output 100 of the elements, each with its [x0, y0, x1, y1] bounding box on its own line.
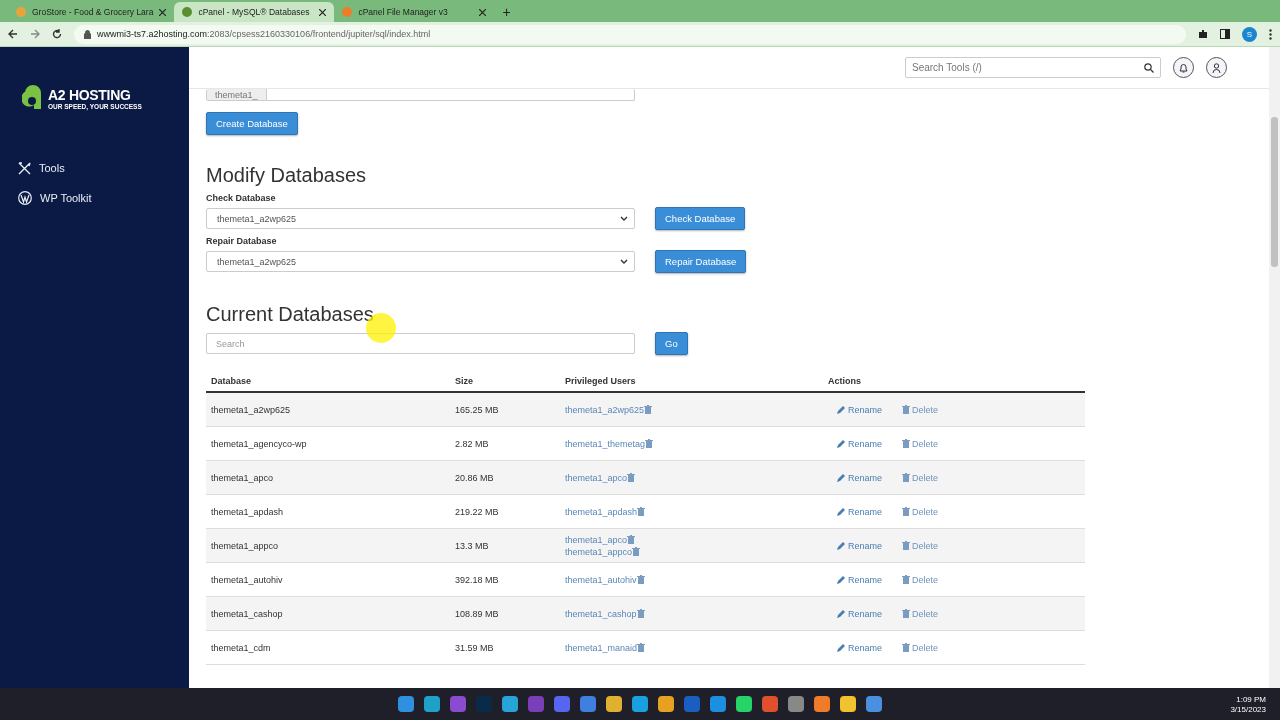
trash-icon[interactable] — [627, 535, 636, 544]
user-link[interactable]: themeta1_apco — [565, 534, 823, 545]
taskbar-app-icon[interactable] — [450, 696, 466, 712]
delete-link[interactable]: Delete — [902, 472, 939, 483]
logo-icon — [22, 85, 44, 111]
search-icon — [1144, 62, 1154, 73]
user-link[interactable]: themeta1_manaid — [565, 642, 823, 653]
close-icon[interactable] — [159, 8, 167, 16]
taskbar-app-icon[interactable] — [424, 696, 440, 712]
user-link[interactable]: themeta1_cashop — [565, 608, 823, 619]
taskbar-app-icon[interactable] — [762, 696, 778, 712]
rename-link[interactable]: Rename — [837, 608, 883, 619]
user-link[interactable]: themeta1_a2wp625 — [565, 404, 823, 415]
taskbar-app-icon[interactable] — [684, 696, 700, 712]
rename-link[interactable]: Rename — [837, 404, 883, 415]
trash-icon[interactable] — [902, 643, 911, 652]
rename-link[interactable]: Rename — [837, 540, 883, 551]
scrollbar-thumb[interactable] — [1271, 117, 1278, 267]
taskbar-app-icon[interactable] — [632, 696, 648, 712]
trash-icon[interactable] — [627, 473, 636, 482]
user-link[interactable]: themeta1_themetag — [565, 438, 823, 449]
rename-link[interactable]: Rename — [837, 438, 883, 449]
rename-link[interactable]: Rename — [837, 642, 883, 653]
trash-icon[interactable] — [636, 609, 645, 618]
rename-link[interactable]: Rename — [837, 472, 883, 483]
taskbar-app-icon[interactable] — [736, 696, 752, 712]
taskbar-app-icon[interactable] — [606, 696, 622, 712]
pencil-icon — [837, 439, 846, 448]
sidebar-item[interactable]: WP Toolkit — [18, 183, 189, 213]
taskbar-app-icon[interactable] — [502, 696, 518, 712]
user-link[interactable]: themeta1_appco — [565, 546, 823, 557]
rename-link[interactable]: Rename — [837, 574, 883, 585]
taskbar-app-icon[interactable] — [398, 696, 414, 712]
trash-icon[interactable] — [902, 609, 911, 618]
delete-link[interactable]: Delete — [902, 506, 939, 517]
new-tab-button[interactable]: + — [494, 2, 655, 22]
delete-link[interactable]: Delete — [902, 608, 939, 619]
trash-icon[interactable] — [645, 439, 654, 448]
table-cell-text: 392.18 MB — [454, 574, 500, 585]
browser-tab[interactable]: GroStore - Food & Grocery Lara — [8, 2, 175, 22]
taskbar-app-icon[interactable] — [658, 696, 674, 712]
close-icon[interactable] — [479, 8, 487, 16]
create-database-button[interactable]: Create Database — [206, 112, 298, 135]
taskbar-app-icon[interactable] — [788, 696, 804, 712]
delete-link[interactable]: Delete — [902, 404, 939, 415]
address-bar[interactable]: wwwmi3-ts7.a2hosting.com:2083/cpsess2160330106/frontend/jupiter/sql/index.html — [74, 24, 1186, 44]
taskbar-app-icon[interactable] — [814, 696, 830, 712]
close-icon[interactable] — [319, 8, 327, 16]
go-button[interactable]: Go — [655, 332, 688, 355]
check-database-button[interactable]: Check Database — [655, 207, 746, 230]
delete-link[interactable]: Delete — [902, 540, 939, 551]
delete-link[interactable]: Delete — [902, 574, 939, 585]
trash-icon[interactable] — [637, 643, 646, 652]
trash-icon[interactable] — [636, 575, 645, 584]
trash-icon[interactable] — [902, 575, 911, 584]
trash-icon[interactable] — [902, 507, 911, 516]
caret-icon — [620, 216, 628, 221]
taskbar-app-icon[interactable] — [710, 696, 726, 712]
menu-icon[interactable] — [1269, 28, 1272, 40]
table-cell-text: 31.59 MB — [454, 642, 495, 653]
puzzle-icon[interactable] — [1198, 29, 1208, 39]
trash-icon[interactable] — [902, 405, 911, 414]
browser-tab[interactable]: cPanel - MySQL® Databases — [174, 2, 335, 22]
browser-tab[interactable]: cPanel File Manager v3 — [334, 2, 495, 22]
repair-database-button[interactable]: Repair Database — [655, 250, 747, 273]
trash-icon[interactable] — [902, 541, 911, 550]
taskbar-app-icon[interactable] — [528, 696, 544, 712]
table-cell-text: themeta1_apco — [210, 472, 275, 483]
forward-icon[interactable] — [30, 29, 40, 39]
taskbar-app-icon[interactable] — [554, 696, 570, 712]
database-select[interactable]: themeta1_a2wp625 — [206, 208, 635, 229]
sidebar-icon[interactable] — [1220, 29, 1230, 39]
user-button[interactable] — [1206, 57, 1227, 78]
user-link[interactable]: themeta1_apco — [565, 472, 823, 483]
taskbar-app-icon[interactable] — [866, 696, 882, 712]
taskbar-app-icon[interactable] — [580, 696, 596, 712]
field-label: Repair Database — [206, 236, 278, 246]
trash-icon[interactable] — [632, 547, 641, 556]
delete-link[interactable]: Delete — [902, 438, 939, 449]
table-cell-text: 165.25 MB — [454, 404, 500, 415]
user-link[interactable]: themeta1_apdash — [565, 506, 823, 517]
database-select[interactable]: themeta1_a2wp625 — [206, 251, 635, 272]
rename-link[interactable]: Rename — [837, 506, 883, 517]
trash-icon[interactable] — [902, 439, 911, 448]
back-icon[interactable] — [8, 29, 18, 39]
search-field[interactable]: Search — [206, 333, 635, 354]
sidebar-item[interactable]: Tools — [18, 153, 189, 183]
search-field[interactable]: Search Tools (/) — [905, 57, 1161, 78]
taskbar-app-icon[interactable] — [840, 696, 856, 712]
trash-icon[interactable] — [637, 507, 646, 516]
database-name-field[interactable]: themeta1_ — [206, 89, 635, 101]
favicon-icon — [342, 7, 353, 17]
table-cell-text: themeta1_a2wp625 — [210, 404, 292, 415]
reload-icon[interactable] — [52, 29, 62, 39]
trash-icon[interactable] — [644, 405, 653, 414]
notifications-button[interactable] — [1173, 57, 1194, 78]
delete-link[interactable]: Delete — [902, 642, 939, 653]
trash-icon[interactable] — [902, 473, 911, 482]
user-link[interactable]: themeta1_autohiv — [565, 574, 823, 585]
profile-avatar[interactable]: S — [1242, 26, 1257, 42]
